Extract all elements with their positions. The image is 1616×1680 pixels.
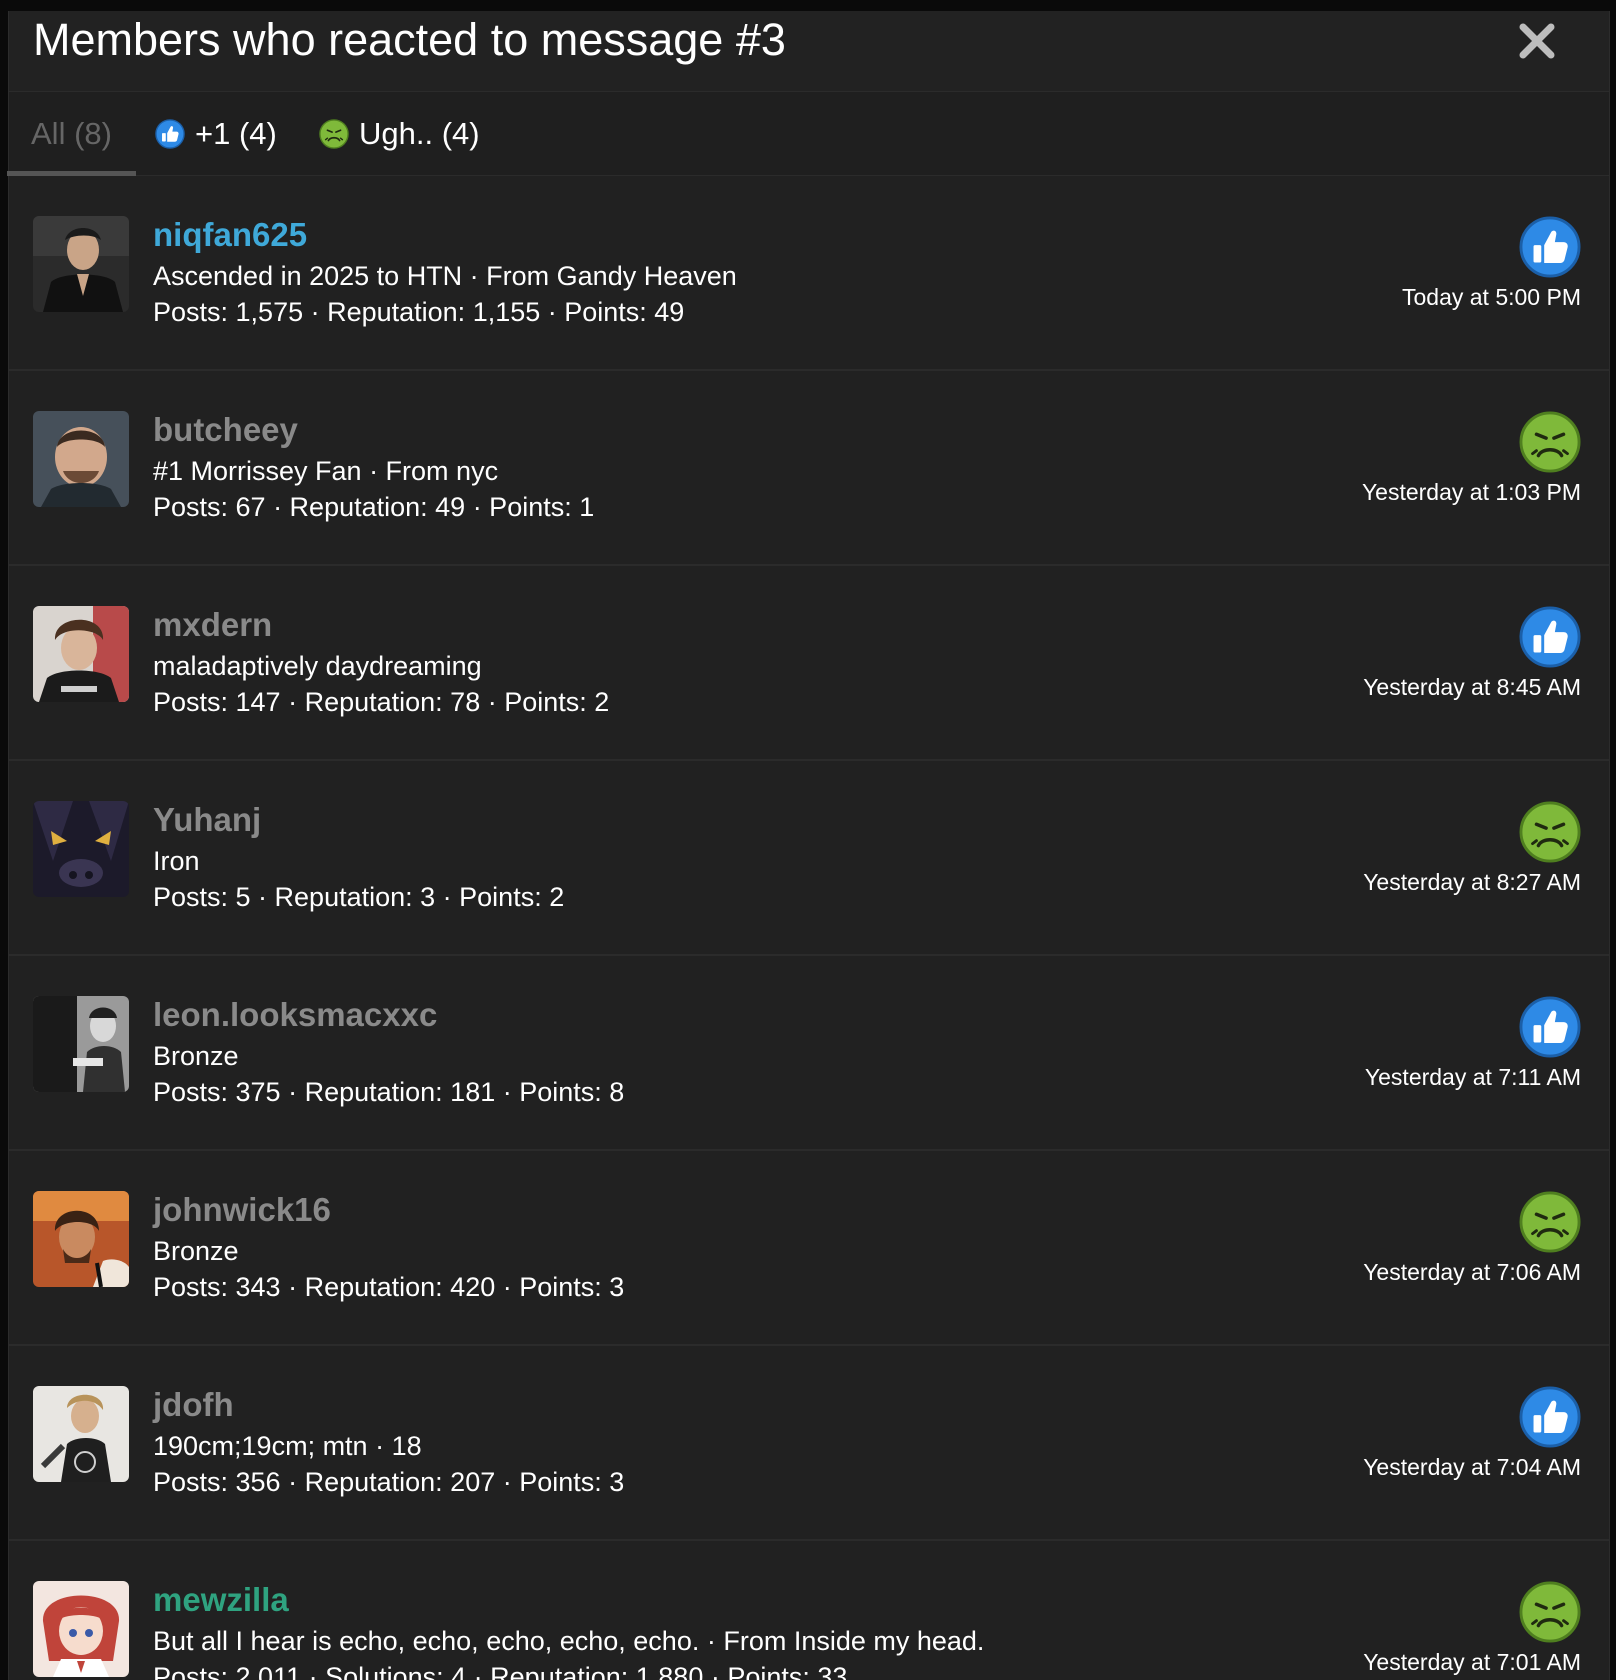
member-list: niqfan625 Ascended in 2025 to HTN · From… [9,176,1609,1680]
tab-plus-one-label: +1 (4) [195,115,277,151]
sick-face-icon [1519,801,1581,863]
tab-all-label: All (8) [31,115,112,151]
username-link[interactable]: johnwick16 [153,1191,331,1229]
user-title: Bronze [153,1236,239,1266]
user-title: Iron [153,846,200,876]
reaction-time: Yesterday at 1:03 PM [1361,479,1581,505]
member-row: mxdern maladaptively daydreaming Posts: … [9,566,1609,761]
avatar[interactable] [33,606,129,702]
tab-plus-one[interactable]: +1 (4) [155,92,277,175]
username-link[interactable]: mxdern [153,606,272,644]
user-stats: Posts: 147 · Reputation: 78 · Points: 2 [153,687,610,717]
username-link[interactable]: niqfan625 [153,216,307,254]
user-title: Ascended in 2025 to HTN · From Gandy Hea… [153,261,737,291]
avatar[interactable] [33,1581,129,1677]
tab-ugh[interactable]: Ugh.. (4) [319,92,480,175]
user-stats: Posts: 5 · Reputation: 3 · Points: 2 [153,882,565,912]
avatar[interactable] [33,216,129,312]
modal-overlay: Members who reacted to message #3 All (8… [0,0,1616,1680]
thumbs-up-icon [1519,216,1581,278]
reactions-dialog: Members who reacted to message #3 All (8… [7,11,1610,1680]
close-button[interactable] [1513,17,1561,65]
username-link[interactable]: Yuhanj [153,801,261,839]
member-row: mewzilla But all I hear is echo, echo, e… [9,1541,1609,1680]
avatar[interactable] [33,1386,129,1482]
avatar[interactable] [33,411,129,507]
thumbs-up-icon [1519,1386,1581,1448]
username-link[interactable]: leon.looksmacxxc [153,996,437,1034]
dialog-header: Members who reacted to message #3 [9,11,1609,92]
user-stats: Posts: 1,575 · Reputation: 1,155 · Point… [153,297,685,327]
user-title: But all I hear is echo, echo, echo, echo… [153,1626,985,1656]
avatar[interactable] [33,801,129,897]
member-row: jdofh 190cm;19cm; mtn · 18 Posts: 356 · … [9,1346,1609,1541]
member-row: butcheey #1 Morrissey Fan · From nyc Pos… [9,371,1609,566]
user-stats: Posts: 375 · Reputation: 181 · Points: 8 [153,1077,625,1107]
reaction-time: Yesterday at 8:27 AM [1363,869,1581,895]
member-row: leon.looksmacxxc Bronze Posts: 375 · Rep… [9,956,1609,1151]
username-link[interactable]: butcheey [153,411,298,449]
user-title: #1 Morrissey Fan · From nyc [153,456,499,486]
thumbs-up-icon [155,118,185,149]
sick-face-icon [1519,1191,1581,1253]
sick-face-icon [319,118,349,149]
user-stats: Posts: 356 · Reputation: 207 · Points: 3 [153,1467,625,1497]
reaction-time: Yesterday at 7:06 AM [1363,1259,1581,1285]
thumbs-up-icon [1519,606,1581,668]
dialog-title: Members who reacted to message #3 [33,14,786,65]
sick-face-icon [1519,1581,1581,1643]
tab-all[interactable]: All (8) [7,92,136,176]
user-title: Bronze [153,1041,239,1071]
close-icon [1519,23,1555,59]
reaction-time: Yesterday at 7:01 AM [1363,1649,1581,1675]
user-title: 190cm;19cm; mtn · 18 [153,1431,422,1461]
user-title: maladaptively daydreaming [153,651,482,681]
reaction-time: Yesterday at 8:45 AM [1363,674,1581,700]
avatar[interactable] [33,996,129,1092]
user-stats: Posts: 2,011 · Solutions: 4 · Reputation… [153,1662,848,1680]
reaction-time: Yesterday at 7:11 AM [1364,1064,1581,1090]
username-link[interactable]: mewzilla [153,1581,289,1619]
reaction-time: Yesterday at 7:04 AM [1363,1454,1581,1480]
tab-ugh-label: Ugh.. (4) [359,115,480,151]
avatar[interactable] [33,1191,129,1287]
member-row: niqfan625 Ascended in 2025 to HTN · From… [9,176,1609,371]
thumbs-up-icon [1519,996,1581,1058]
member-row: Yuhanj Iron Posts: 5 · Reputation: 3 · P… [9,761,1609,956]
member-row: johnwick16 Bronze Posts: 343 · Reputatio… [9,1151,1609,1346]
reaction-time: Today at 5:00 PM [1402,284,1581,310]
user-stats: Posts: 67 · Reputation: 49 · Points: 1 [153,492,595,522]
sick-face-icon [1519,411,1581,473]
reaction-tabs: All (8) +1 (4) Ugh.. (4) [7,92,1609,176]
username-link[interactable]: jdofh [153,1386,234,1424]
user-stats: Posts: 343 · Reputation: 420 · Points: 3 [153,1272,625,1302]
